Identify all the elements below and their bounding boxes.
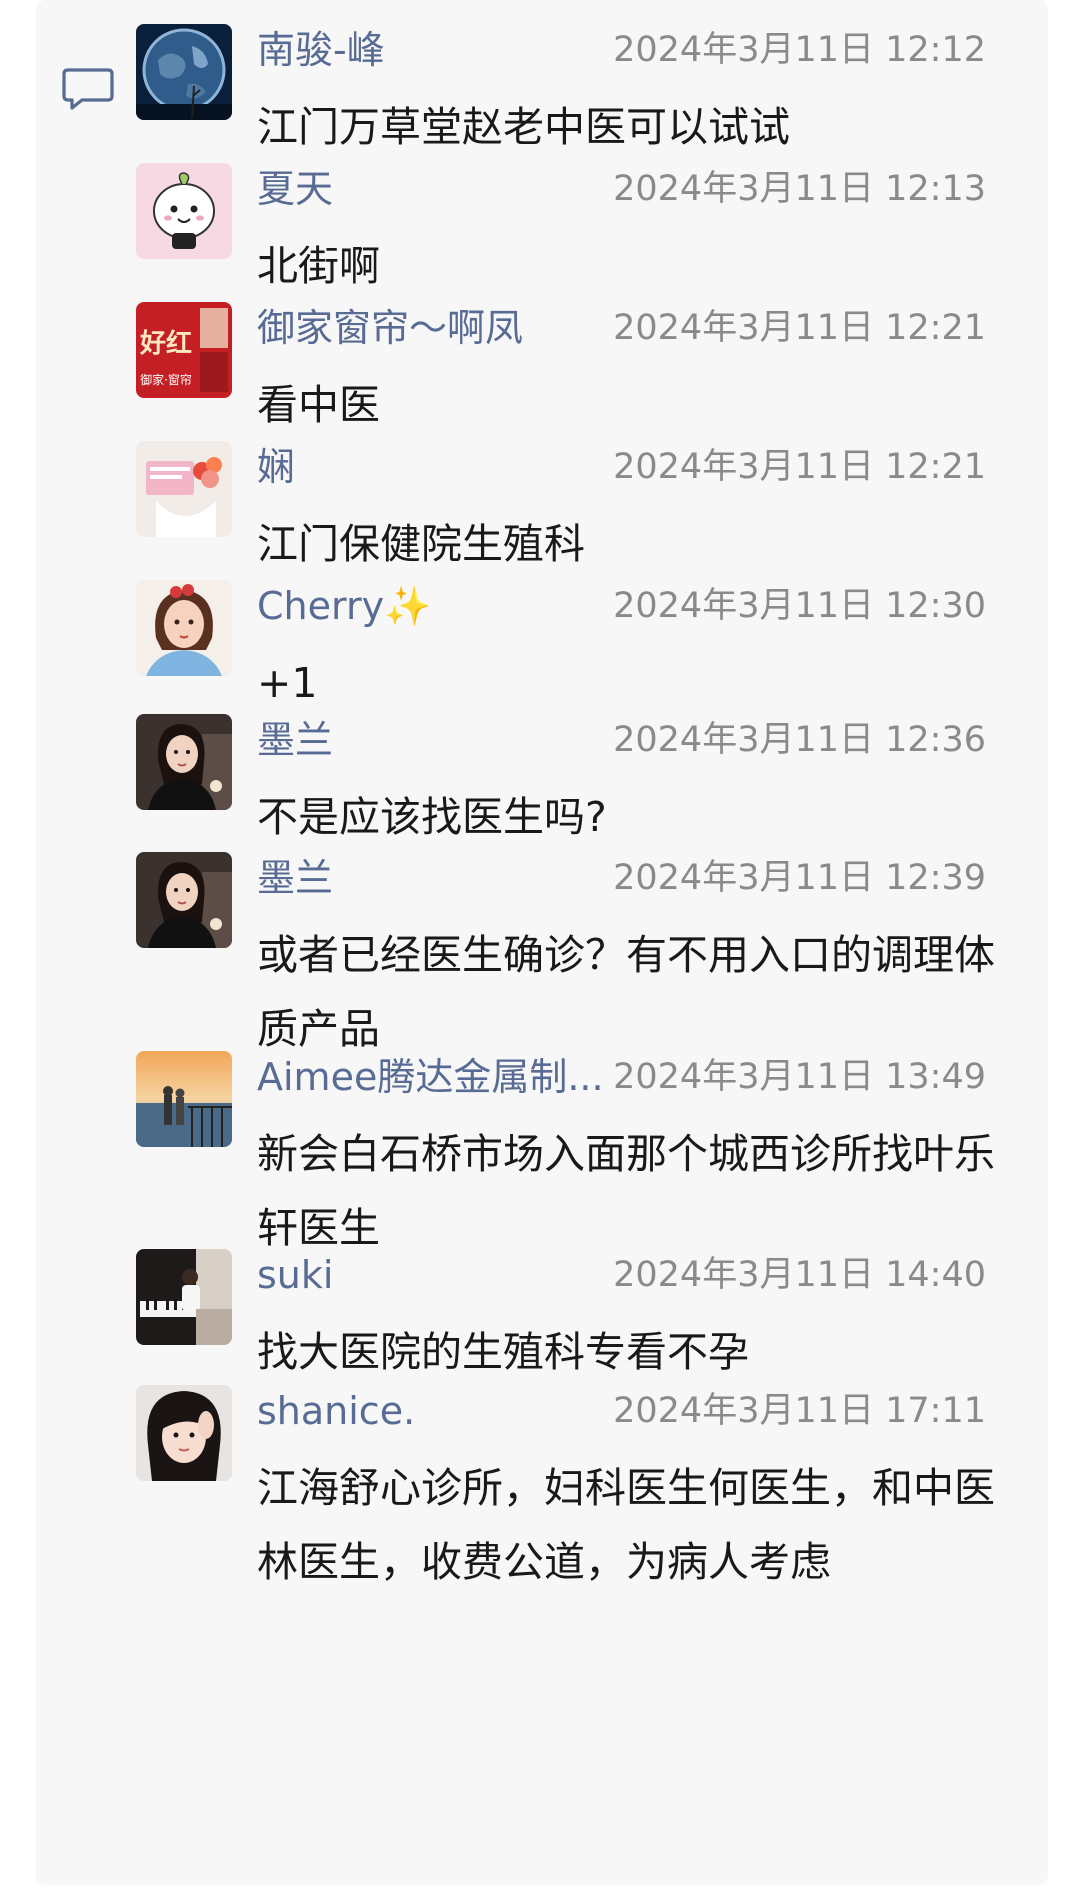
commenter-name[interactable]: 御家窗帘～啊凤: [257, 302, 523, 354]
comment-time: 2024年3月11日 13:49: [613, 1057, 986, 1097]
comment-item: suki 2024年3月11日 14:40 找大医院的生殖科专看不孕: [36, 1249, 1048, 1376]
cartoon-avatar[interactable]: [136, 163, 232, 259]
commenter-name[interactable]: 墨兰: [257, 852, 333, 904]
commenter-name[interactable]: suki: [257, 1249, 333, 1301]
girl-illustration-avatar[interactable]: [136, 580, 232, 676]
comment-text: 不是应该找医生吗?: [257, 793, 607, 841]
flowers-avatar[interactable]: [136, 441, 232, 537]
comment-time: 2024年3月11日 12:21: [613, 447, 986, 487]
red-poster-avatar[interactable]: 好红 御家·窗帘: [136, 302, 232, 398]
comment-item: 好红 御家·窗帘 御家窗帘～啊凤 2024年3月11日 12:21 看中医: [36, 302, 1048, 429]
comment-text: 江门保健院生殖科: [257, 520, 585, 568]
comment-time: 2024年3月11日 12:30: [613, 586, 986, 626]
comment-time: 2024年3月11日 12:39: [613, 858, 986, 898]
comment-item: Aimee腾达金属制... 2024年3月11日 13:49 新会白石桥市场入面…: [36, 1051, 1048, 1252]
comment-text: 江门万草堂赵老中医可以试试: [257, 103, 790, 151]
commenter-name[interactable]: Aimee腾达金属制...: [257, 1051, 604, 1103]
comment-item: 南骏-峰 2024年3月11日 12:12 江门万草堂赵老中医可以试试: [36, 24, 1048, 151]
comment-text: 新会白石桥市场入面那个城西诊所找叶乐轩医生: [257, 1130, 995, 1252]
comment-time: 2024年3月11日 17:11: [613, 1391, 986, 1431]
commenter-name[interactable]: 墨兰: [257, 714, 333, 766]
comment-text: 看中医: [257, 381, 380, 429]
comment-time: 2024年3月11日 12:21: [613, 308, 986, 348]
comment-text: +1: [257, 659, 318, 707]
seaside-sunset-avatar[interactable]: [136, 1051, 232, 1147]
woman-portrait-avatar[interactable]: [136, 852, 232, 948]
comment-item: 娴 2024年3月11日 12:21 江门保健院生殖科: [36, 441, 1048, 568]
comment-item: 夏天 2024年3月11日 12:13 北街啊: [36, 163, 1048, 290]
comment-text: 江海舒心诊所，妇科医生何医生，和中医林医生，收费公道，为病人考虑: [257, 1464, 995, 1586]
woman-portrait-avatar[interactable]: [136, 714, 232, 810]
commenter-name[interactable]: 南骏-峰: [257, 24, 385, 76]
avatar-poster-title: 好红: [139, 328, 192, 359]
comment-time: 2024年3月11日 12:36: [613, 720, 986, 760]
commenter-name[interactable]: 夏天: [257, 163, 333, 215]
comment-time: 2024年3月11日 12:12: [613, 30, 986, 70]
comment-time: 2024年3月11日 14:40: [613, 1255, 986, 1295]
avatar-poster-subtitle: 御家·窗帘: [140, 372, 192, 387]
comments-panel: 南骏-峰 2024年3月11日 12:12 江门万草堂赵老中医可以试试 夏天 2…: [36, 0, 1048, 1885]
comment-item: Cherry✨ 2024年3月11日 12:30 +1: [36, 580, 1048, 707]
comment-text: 或者已经医生确诊？有不用入口的调理体质产品: [257, 931, 995, 1053]
comment-text: 找大医院的生殖科专看不孕: [257, 1328, 749, 1376]
piano-avatar[interactable]: [136, 1249, 232, 1345]
earth-avatar[interactable]: [136, 24, 232, 120]
selfie-avatar[interactable]: [136, 1385, 232, 1481]
comment-item: shanice. 2024年3月11日 17:11 江海舒心诊所，妇科医生何医生…: [36, 1385, 1048, 1586]
commenter-name[interactable]: Cherry✨: [257, 580, 431, 632]
comment-item: 墨兰 2024年3月11日 12:36 不是应该找医生吗?: [36, 714, 1048, 841]
comment-item: 墨兰 2024年3月11日 12:39 或者已经医生确诊？有不用入口的调理体质产…: [36, 852, 1048, 1053]
comment-text: 北街啊: [257, 242, 380, 290]
commenter-name[interactable]: 娴: [257, 441, 295, 493]
commenter-name[interactable]: shanice.: [257, 1385, 415, 1437]
comment-time: 2024年3月11日 12:13: [613, 169, 986, 209]
